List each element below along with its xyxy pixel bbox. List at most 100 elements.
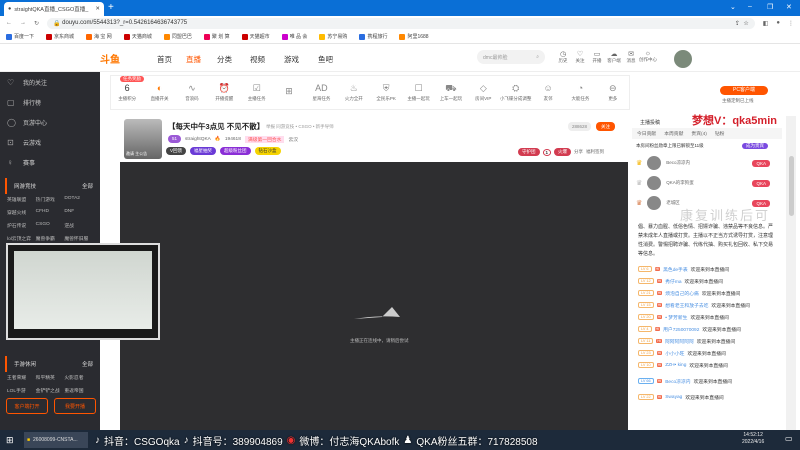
bookmark-item[interactable]: 京东商城 bbox=[46, 33, 74, 40]
notification-icon[interactable]: ▭ bbox=[785, 434, 793, 443]
sidebar-game-link[interactable]: 热门游戏 bbox=[36, 196, 65, 203]
browser-tab[interactable]: ● straightQKA直播_CSGO直播_ ✕ bbox=[4, 2, 104, 16]
reload-icon[interactable]: ↻ bbox=[34, 20, 39, 27]
tool-item[interactable]: ∿ 音浪码 bbox=[176, 83, 208, 102]
rank-tab[interactable]: 钻粉 bbox=[715, 130, 725, 137]
sidebar-game-link[interactable]: 魔兽争霸 bbox=[36, 235, 65, 242]
chat-username[interactable]: 想看老王和放子去吃 bbox=[665, 302, 708, 309]
tool-item[interactable]: ◇ 房间VIP bbox=[467, 83, 499, 102]
chat-username[interactable]: 秀仔ma bbox=[665, 278, 681, 285]
close-window-button[interactable]: ✕ bbox=[786, 3, 792, 11]
sidebar-item-cloudgame[interactable]: ⊡ 云游戏 bbox=[0, 132, 100, 152]
sidebar-game-link[interactable]: 王者荣耀 bbox=[7, 374, 36, 381]
share-icon[interactable]: ⇪ bbox=[735, 20, 740, 27]
sidebar-game-link[interactable]: DOTA2 bbox=[64, 196, 93, 203]
bookmark-item[interactable]: 天猫商城 bbox=[123, 33, 152, 40]
chat-username[interactable]: 烦泡自己的心痛 bbox=[665, 290, 699, 297]
chat-username[interactable]: 用户7250070092 bbox=[663, 326, 699, 333]
bookmark-item[interactable]: 聚 划 算 bbox=[203, 33, 230, 40]
sidebar-game-link[interactable]: 和平精英 bbox=[36, 374, 65, 381]
url-input[interactable]: 🔒 douyu.com/5544313?_r=0.542616463674377… bbox=[47, 17, 755, 29]
close-tab-icon[interactable]: ✕ bbox=[95, 6, 100, 12]
windows-start-icon[interactable]: ⊞ bbox=[6, 435, 14, 446]
section-more-link[interactable]: 全部 bbox=[82, 360, 93, 368]
search-icon[interactable]: ⌕ bbox=[536, 54, 539, 60]
chip-vip[interactable]: V回馈 bbox=[166, 147, 187, 155]
nav-live[interactable]: 直播 bbox=[186, 54, 201, 65]
chat-username[interactable]: Swayag bbox=[665, 395, 682, 400]
douyu-logo[interactable]: 斗鱼 bbox=[100, 51, 120, 66]
guard-badge[interactable]: 守护团 bbox=[518, 148, 540, 156]
bookmark-item[interactable]: 苏宁易购 bbox=[319, 33, 347, 40]
chat-username[interactable]: 阿阿阿阿阿阿 bbox=[665, 338, 694, 345]
sidebar-game-link[interactable]: 炉石传说 bbox=[7, 222, 36, 229]
tool-item[interactable]: ⊞ bbox=[273, 86, 305, 99]
nav-home[interactable]: 首页 bbox=[157, 54, 172, 65]
sidebar-game-link[interactable]: LOL手游 bbox=[7, 387, 36, 394]
chat-username[interactable]: Beco凉凉内 bbox=[665, 378, 690, 385]
header-bulb[interactable]: ☼ 创作中心 bbox=[637, 50, 659, 63]
tool-item[interactable]: 6 主播积分 bbox=[111, 83, 143, 102]
start-stream-button[interactable]: 我要开播 bbox=[54, 398, 96, 414]
follow-button[interactable]: 关注 bbox=[596, 122, 615, 131]
rank-row[interactable]: ♛ Beco凉凉内 QKA bbox=[632, 153, 782, 173]
video-player[interactable]: 主播正在连线中，请稍后尝试 bbox=[120, 162, 628, 430]
tool-item[interactable]: ⏰ 开播提醒 bbox=[208, 83, 240, 102]
tool-item[interactable]: ☑ 主播任务 bbox=[241, 83, 273, 102]
sidebar-game-link[interactable]: DNF bbox=[64, 209, 93, 216]
sidepanel-icon[interactable]: ◧ bbox=[763, 20, 769, 27]
tab-search-icon[interactable]: ⌄ bbox=[730, 3, 736, 11]
tool-item[interactable]: ◔ 大能任务 bbox=[564, 83, 596, 102]
tool-item[interactable]: ⛨ 全民乐PK bbox=[370, 83, 402, 102]
tool-item[interactable]: ⛟ 上车一起玩 bbox=[435, 83, 467, 102]
rank-tab[interactable]: 贵宾(4) bbox=[691, 130, 706, 137]
sidebar-game-link[interactable]: CSGO bbox=[36, 222, 65, 229]
sidebar-game-link[interactable]: 魔兽怀旧服 bbox=[64, 235, 93, 242]
nav-yuba[interactable]: 鱼吧 bbox=[318, 54, 333, 65]
rank-tab[interactable]: 今日贡献 bbox=[637, 130, 656, 137]
sidebar-item-webgames[interactable]: ◯ 页游中心 bbox=[0, 112, 100, 132]
nav-category[interactable]: 分类 bbox=[217, 54, 232, 65]
chip-diamond[interactable]: 钻石沙盒 bbox=[254, 147, 281, 155]
rank-tab[interactable]: 本周贡献 bbox=[664, 130, 683, 137]
menu-icon[interactable]: ⋮ bbox=[788, 20, 794, 27]
sidebar-item-ranking[interactable]: ▢ 排行榜 bbox=[0, 92, 100, 112]
bookmark-item[interactable]: 阿里1688 bbox=[399, 33, 429, 40]
taskbar-clock[interactable]: 14:52:12 2022/4/16 bbox=[742, 432, 764, 446]
chat-scrollbar[interactable] bbox=[786, 116, 796, 430]
tool-item[interactable]: ♨ 火力全开 bbox=[338, 83, 370, 102]
pc-client-button[interactable]: PC客户端 bbox=[720, 86, 768, 95]
signin-button[interactable]: 福利签到 bbox=[586, 149, 604, 155]
streamer-avatar[interactable]: 邀请 主公告 bbox=[124, 119, 162, 159]
tool-item[interactable]: ☺ 友邻 bbox=[532, 83, 564, 102]
tool-item[interactable]: ◐ 直播开关 bbox=[143, 83, 175, 102]
share-button[interactable]: 分享 bbox=[574, 149, 583, 155]
sidebar-game-link[interactable]: 逆战 bbox=[64, 222, 93, 229]
chat-username[interactable]: 小小小旺 bbox=[665, 350, 684, 357]
bookmark-item[interactable]: 海 宝 网 bbox=[86, 33, 112, 40]
tool-item[interactable]: ⛭ 小飞碟分成调整 bbox=[500, 83, 532, 102]
sidebar-game-link[interactable]: 英雄联盟 bbox=[7, 196, 36, 203]
open-client-button[interactable]: 客户端打开 bbox=[6, 398, 48, 414]
section-more-link[interactable]: 全部 bbox=[82, 182, 93, 190]
nav-video[interactable]: 视频 bbox=[250, 54, 265, 65]
forward-icon[interactable]: → bbox=[20, 20, 26, 26]
sidebar-game-link[interactable]: 重返帝国 bbox=[64, 387, 93, 394]
minimize-button[interactable]: – bbox=[748, 3, 752, 10]
tool-item[interactable]: AD 星海任务 bbox=[305, 83, 337, 102]
sidebar-item-esports[interactable]: ♀ 赛事 bbox=[0, 152, 100, 172]
nav-games[interactable]: 游戏 bbox=[284, 54, 299, 65]
bookmark-item[interactable]: 唯 品 会 bbox=[281, 33, 307, 40]
rank-tag[interactable]: 满级第一回合水 bbox=[244, 135, 285, 143]
star-icon[interactable]: ☆ bbox=[743, 20, 748, 27]
taskbar-app[interactable]: ■ 26008099-CNSTA... bbox=[24, 432, 88, 448]
back-icon[interactable]: ← bbox=[6, 20, 12, 26]
profile-icon[interactable]: ● bbox=[776, 20, 780, 26]
chat-username[interactable]: 黑色de手表 bbox=[663, 266, 688, 273]
new-tab-button[interactable]: + bbox=[108, 2, 114, 13]
search-input[interactable]: dmc最帅脸 ⌕ bbox=[477, 50, 545, 64]
chip-fanclub[interactable]: 超级粉丝团 bbox=[220, 147, 251, 155]
sidebar-item-follow[interactable]: ♡ 我的关注 bbox=[0, 72, 100, 92]
sidebar-game-link[interactable]: CFHD bbox=[36, 209, 65, 216]
maximize-button[interactable]: ❐ bbox=[767, 3, 773, 11]
